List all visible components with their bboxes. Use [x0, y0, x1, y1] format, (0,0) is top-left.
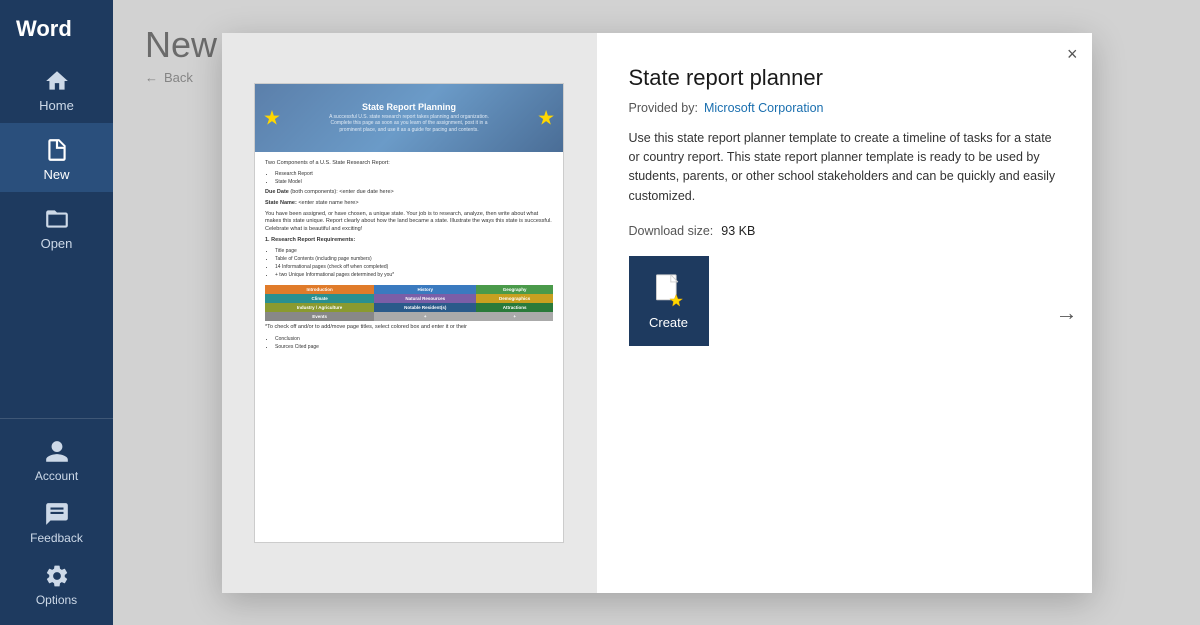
table-cell-notable: Notable Resident(s) [374, 303, 476, 312]
feedback-icon [44, 501, 70, 527]
preview-bullet-2: State Model [275, 178, 553, 186]
provider-label: Provided by: [629, 101, 698, 115]
create-doc-icon [654, 273, 684, 307]
table-cell-introduction: Introduction [265, 285, 374, 294]
preview-main-title: State Report Planning [329, 102, 489, 112]
template-preview-card: ★ State Report Planning A successful U.S… [254, 83, 564, 543]
preview-req-list: Title page Table of Contents (including … [265, 247, 553, 279]
sidebar-item-open-label: Open [41, 236, 73, 251]
dialog-info-pane: State report planner Provided by: Micros… [597, 33, 1092, 593]
table-cell-industry: Industry / Agriculture [265, 303, 374, 312]
sidebar-item-account-label: Account [35, 469, 78, 483]
preview-sources: Sources Cited page [275, 343, 553, 351]
table-cell-climate: Climate [265, 294, 374, 303]
preview-component-list: Research Report State Model [265, 170, 553, 186]
preview-req-4: + two Unique Informational pages determi… [275, 271, 553, 279]
star-left-icon: ★ [263, 105, 281, 130]
table-cell-events: Events [265, 312, 374, 321]
account-icon [44, 439, 70, 465]
open-icon [44, 206, 70, 232]
preview-req-2: Table of Contents (including page number… [275, 255, 553, 263]
preview-title-block: State Report Planning A successful U.S. … [329, 102, 489, 134]
sidebar-nav: Home New Open [0, 54, 113, 418]
preview-main-sub: A successful U.S. state research report … [329, 114, 489, 134]
sidebar: Word Home New Open Account Feedback Opti… [0, 0, 113, 625]
preview-header: ★ State Report Planning A successful U.S… [255, 84, 563, 152]
download-label: Download size: [629, 224, 714, 238]
table-cell-attractions: Attractions [476, 303, 553, 312]
provider-row: Provided by: Microsoft Corporation [629, 101, 1056, 115]
table-cell-history: History [374, 285, 476, 294]
sidebar-item-options-label: Options [36, 593, 77, 607]
preview-req-3: 14 Informational pages (check off when c… [275, 263, 553, 271]
preview-end-list: Conclusion Sources Cited page [265, 335, 553, 351]
create-btn-label: Create [649, 315, 688, 330]
home-icon [44, 68, 70, 94]
preview-body-text: You have been assigned, or have chosen, … [265, 211, 553, 234]
preview-body: Two Components of a U.S. State Research … [255, 152, 563, 363]
options-icon [44, 563, 70, 589]
app-title: Word [0, 0, 113, 54]
sidebar-item-options[interactable]: Options [0, 553, 113, 615]
table-cell-events-dot1: + [374, 312, 476, 321]
preview-due-date: Due Date (both components): <enter due d… [265, 189, 553, 197]
dialog-overlay: × ★ State Report Planning A successful U… [113, 0, 1200, 625]
sidebar-item-open[interactable]: Open [0, 192, 113, 261]
preview-state-name: State Name: <enter state name here> [265, 200, 553, 208]
provider-name[interactable]: Microsoft Corporation [704, 101, 824, 115]
table-cell-geography: Geography [476, 285, 553, 294]
new-icon [44, 137, 70, 163]
preview-table-note: *To check off and/or to add/move page ti… [265, 324, 553, 332]
download-row: Download size: 93 KB [629, 224, 1056, 238]
sidebar-item-new[interactable]: New [0, 123, 113, 192]
preview-req-1: Title page [275, 247, 553, 255]
main-area: New ← Back × ★ State Report Planning A s… [113, 0, 1200, 625]
sidebar-item-new-label: New [43, 167, 69, 182]
template-title: State report planner [629, 65, 1056, 91]
create-button[interactable]: Create [629, 256, 709, 346]
sidebar-item-account[interactable]: Account [0, 429, 113, 491]
table-cell-events-dot2: + [476, 312, 553, 321]
preview-req-heading: 1. Research Report Requirements: [265, 237, 553, 245]
sidebar-item-feedback[interactable]: Feedback [0, 491, 113, 553]
star-right-icon: ★ [537, 105, 555, 130]
next-arrow-button[interactable]: → [1056, 300, 1078, 326]
sidebar-item-feedback-label: Feedback [30, 531, 83, 545]
table-cell-demographics: Demographics [476, 294, 553, 303]
preview-bullet-1: Research Report [275, 170, 553, 178]
preview-section-heading: Two Components of a U.S. State Research … [265, 160, 553, 168]
sidebar-item-home-label: Home [39, 98, 74, 113]
preview-topic-table: Introduction History Geography Climate N… [265, 285, 553, 321]
sidebar-bottom: Account Feedback Options [0, 418, 113, 625]
sidebar-item-home[interactable]: Home [0, 54, 113, 123]
download-size: 93 KB [721, 224, 755, 238]
dialog-close-button[interactable]: × [1067, 45, 1078, 63]
table-cell-natural-resources: Natural Resources [374, 294, 476, 303]
preview-conclusion: Conclusion [275, 335, 553, 343]
template-description: Use this state report planner template t… [629, 129, 1056, 207]
template-dialog: × ★ State Report Planning A successful U… [222, 33, 1092, 593]
dialog-preview-pane: ★ State Report Planning A successful U.S… [222, 33, 597, 593]
